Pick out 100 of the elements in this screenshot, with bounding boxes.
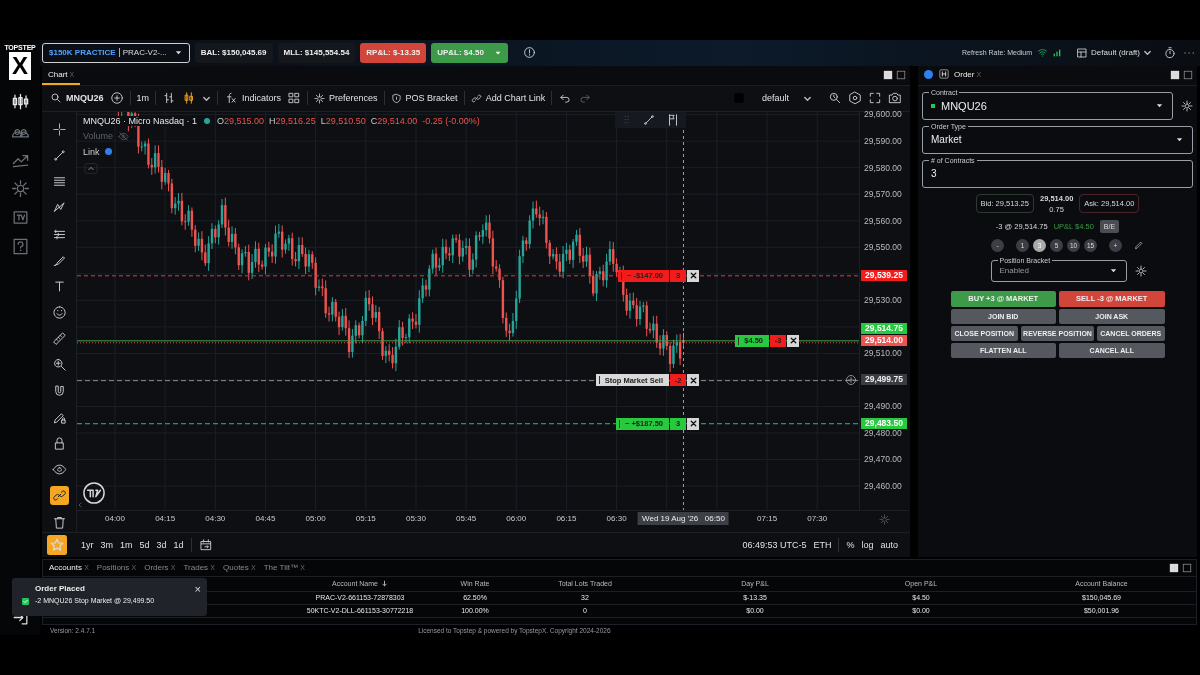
range-button[interactable]: 3d <box>156 539 167 550</box>
price-tick: 29,550.00 <box>864 241 902 254</box>
price-tick: 29,530.00 <box>864 294 902 307</box>
cancel-order-button[interactable] <box>787 334 799 347</box>
template-dropdown[interactable]: default <box>751 93 822 104</box>
collapse-button[interactable] <box>83 161 99 175</box>
ohlc-value: L29,510.50 <box>320 115 366 126</box>
scale-option[interactable]: % <box>846 539 855 550</box>
order-line[interactable] <box>77 423 859 424</box>
info-icon[interactable] <box>522 46 536 60</box>
ohlc-value: O29,515.00 <box>217 115 265 126</box>
preferences-button[interactable]: Preferences <box>314 92 378 104</box>
range-button[interactable]: 1yr <box>81 539 94 550</box>
maximize-icon[interactable] <box>1182 562 1192 573</box>
pos-bracket-button[interactable]: POS Bracket <box>390 92 458 104</box>
account-stat: MLL: $145,554.54 <box>277 42 356 63</box>
order-line[interactable] <box>77 379 859 381</box>
price-tick: 29,600.00 <box>864 108 902 121</box>
favorites-star-button[interactable] <box>46 534 68 555</box>
shield-icon <box>390 92 402 104</box>
price-tick: 29,460.00 <box>864 479 902 492</box>
function-icon <box>224 91 239 106</box>
time-tick: 04:15 <box>155 513 176 523</box>
h-box-icon <box>939 69 949 80</box>
link-dot <box>104 148 112 156</box>
time-tick: 05:30 <box>405 513 426 523</box>
bars-style-icon[interactable] <box>162 91 177 106</box>
close-button[interactable]: × <box>194 584 201 594</box>
ohlc-value: H29,516.25 <box>269 115 316 126</box>
signal-bars-icon <box>1053 48 1062 57</box>
tv-logo-icon <box>83 481 105 504</box>
price-tag: 29,483.50 <box>861 417 907 429</box>
time-tick: 04:30 <box>205 513 226 523</box>
account-stat: BAL: $150,045.69 <box>194 42 273 63</box>
pencil-icon[interactable] <box>1134 240 1144 251</box>
price-tick: 29,470.00 <box>864 453 902 466</box>
time-tick: 05:00 <box>305 513 326 523</box>
time-tick: 04:00 <box>105 513 125 523</box>
add-symbol-icon[interactable] <box>109 91 124 106</box>
symbol-title: MNQU26 · Micro Nasdaq · 1 <box>83 115 198 126</box>
close-icon <box>688 375 698 385</box>
crosshair-time-label: Wed 19 Aug '26 06:50 <box>638 511 729 525</box>
scale-option[interactable]: auto <box>880 539 898 550</box>
range-button[interactable]: 1d <box>173 539 184 550</box>
layout-icon <box>1076 46 1089 59</box>
close-icon <box>788 336 798 346</box>
flag-icon[interactable] <box>666 112 680 127</box>
sort-arrow-icon[interactable] <box>380 580 388 588</box>
interval-button[interactable]: 1m <box>136 93 150 104</box>
layout-dropdown[interactable]: Default (draft) <box>1070 45 1158 60</box>
add-chart-link-button[interactable]: Add Chart Link <box>470 92 546 104</box>
time-tick: 04:45 <box>255 513 276 523</box>
symbol-search[interactable]: MNQU26 <box>50 92 104 105</box>
redo-icon[interactable] <box>578 91 593 106</box>
time-tick: 05:15 <box>355 513 376 523</box>
time-tick: 06:00 <box>506 513 527 523</box>
candles-icon[interactable] <box>10 92 30 111</box>
maximize-icon[interactable] <box>896 70 906 81</box>
maximize-icon[interactable] <box>1183 70 1193 81</box>
cancel-order-button[interactable] <box>687 269 699 282</box>
wifi-icon <box>1037 47 1049 59</box>
indicators-button[interactable]: Indicators <box>224 91 282 106</box>
account-stat: RP&L: $-13.35 <box>360 42 427 63</box>
time-tick: 06:30 <box>606 513 627 523</box>
status-dot <box>204 117 211 124</box>
fullscreen-icon[interactable] <box>868 91 882 106</box>
link-icon <box>470 92 482 104</box>
time-tick: 06:15 <box>556 513 577 523</box>
cancel-order-button[interactable] <box>687 417 699 430</box>
volume-label: Volume <box>83 131 114 142</box>
clock-label: 06:49:53 UTC-5 <box>742 539 807 550</box>
caret-icon <box>1143 48 1152 58</box>
link-icon[interactable] <box>49 486 69 506</box>
timer-icon[interactable] <box>1163 45 1177 60</box>
last-price-tag: 29,514.00 <box>861 334 907 346</box>
time-tick: 07:30 <box>807 513 828 523</box>
undo-icon[interactable] <box>558 91 573 106</box>
date-range-icon[interactable] <box>198 537 213 552</box>
range-button[interactable]: 3m <box>100 539 114 550</box>
zoom-search-icon[interactable] <box>828 91 842 106</box>
layout-grid-icon[interactable] <box>287 91 302 106</box>
scale-option[interactable]: log <box>861 539 874 550</box>
price-tag: 29,499.75 <box>861 374 907 386</box>
link-label: Link <box>83 146 100 157</box>
cancel-order-button[interactable] <box>687 374 699 387</box>
price-tag: 29,514.75 <box>861 322 907 334</box>
range-button[interactable]: 5d <box>139 539 150 550</box>
account-dropdown[interactable]: $150K PRACTICE PRAC-V2-... <box>42 42 190 63</box>
grip-icon[interactable] <box>621 114 632 126</box>
close-icon <box>688 419 698 428</box>
search-icon <box>50 92 62 105</box>
price-tick: 29,590.00 <box>864 134 902 147</box>
add-order-icon[interactable] <box>845 374 857 387</box>
camera-icon[interactable] <box>888 91 902 106</box>
session-button[interactable]: ETH <box>813 539 832 550</box>
price-tick: 29,580.00 <box>864 161 902 174</box>
price-tick: 29,510.00 <box>864 347 902 360</box>
trend-line-icon[interactable] <box>642 112 656 127</box>
range-button[interactable]: 1m <box>120 539 133 550</box>
ohlc-value: C29,514.00 <box>370 115 418 126</box>
